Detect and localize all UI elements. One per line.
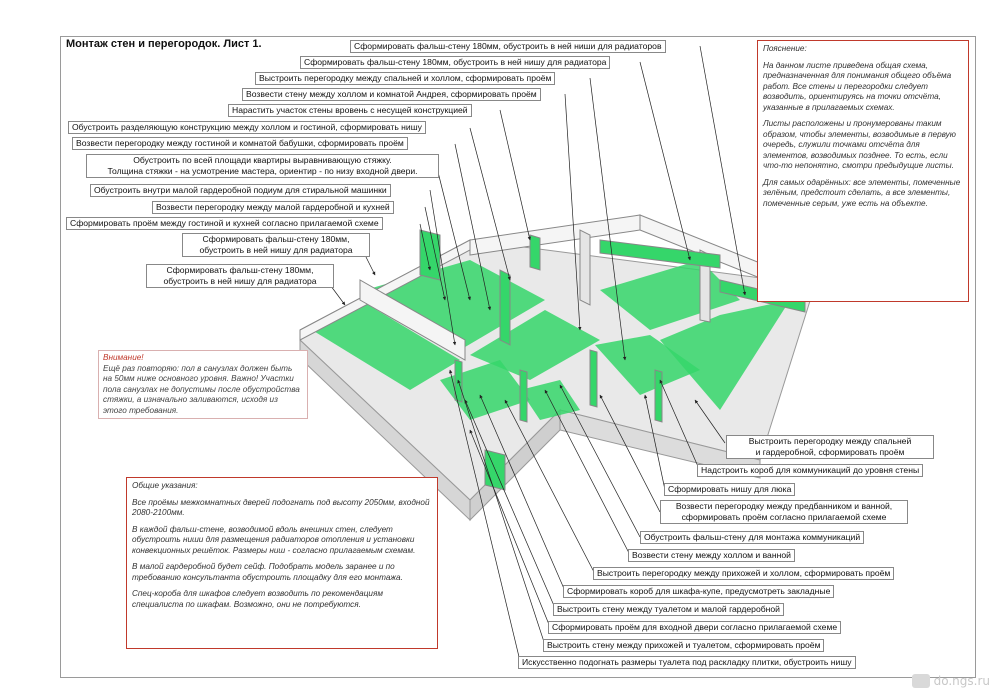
explanation-p1: На данном листе приведена общая схема, п… (763, 60, 952, 112)
label-comm-false-wall: Обустроить фальш-стену для монтажа комму… (640, 531, 865, 544)
label-living-grandma-partition: Возвести перегородку между гостиной и ко… (72, 137, 408, 150)
label-screed-line1: Обустроить по всей площади квартиры выра… (133, 155, 392, 165)
label-wall-extension: Нарастить участок стены вровень с несуще… (228, 104, 472, 117)
label-false-wall-3: Сформировать фальш-стену 180мм, обустрои… (146, 264, 334, 288)
label-false-wall-3-line2: обустроить в ней нишу для радиатора (163, 276, 317, 286)
general-head: Общие указания: (132, 481, 198, 490)
explanation-p3: Для самых одарённых: все элементы, помеч… (763, 177, 961, 208)
label-utility-box: Надстроить короб для коммуникаций до уро… (697, 464, 924, 477)
label-entry-toilet-wall: Выстроить стену между прихожей и туалето… (543, 639, 825, 652)
label-hall-living-divider: Обустроить разделяющую конструкцию между… (68, 121, 426, 134)
label-hall-andrey-wall: Возвести стену между холлом и комнатой А… (242, 88, 541, 101)
label-screed: Обустроить по всей площади квартиры выра… (86, 154, 439, 178)
label-hatch-niche: Сформировать нишу для люка (664, 483, 796, 496)
label-bedroom-wardrobe-partition: Выстроить перегородку между спальней и г… (726, 435, 934, 459)
explanation-head: Пояснение: (763, 44, 807, 53)
general-p2: В каждой фальш-стене, возводимой вдоль в… (132, 524, 416, 555)
label-false-wall-2-line1: Сформировать фальш-стену 180мм, (202, 234, 350, 244)
general-instructions: Общие указания: Все проёмы межкомнатных … (126, 477, 438, 649)
general-p1: Все проёмы межкомнатных дверей подогнать… (132, 497, 430, 518)
watermark-text: do.ngs.ru (933, 673, 990, 688)
label-false-wall-2-line2: обустроить в ней нишу для радиатора (199, 245, 353, 255)
label-living-kitchen-opening: Сформировать проём между гостиной и кухн… (66, 217, 383, 230)
label-entry-hall-partition: Выстроить перегородку между прихожей и х… (593, 567, 895, 580)
label-bathroom-partition-line1: Возвести перегородку между предбанником … (675, 501, 893, 511)
general-p3: В малой гардеробной будет сейф. Подобрат… (132, 562, 403, 582)
label-wardrobe-box: Сформировать короб для шкафа-купе, преду… (563, 585, 835, 598)
site-logo-icon (911, 674, 930, 688)
label-false-wall-3-line1: Сформировать фальш-стену 180мм, (166, 265, 314, 275)
label-screed-line2: Толщина стяжки - на усмотрение мастера, … (107, 166, 418, 176)
attention-note: Внимание! Ещё раз повторяю: пол в санузл… (98, 350, 308, 419)
general-p4: Спец-короба для шкафов следует возводить… (132, 589, 383, 609)
watermark: do.ngs.ru (911, 673, 990, 688)
label-toilet-tile-fit: Искусственно подогнать размеры туалета п… (518, 656, 856, 669)
label-bedroom-hall-partition: Выстроить перегородку между спальней и х… (255, 72, 556, 85)
label-toilet-wardrobe-wall: Выстроить стену между туалетом и малой г… (553, 603, 784, 616)
explanation-p2: Листы расположены и пронумерованы таким … (763, 119, 956, 170)
label-bathroom-partition: Возвести перегородку между предбанником … (660, 500, 908, 524)
attention-body: Ещё раз повторяю: пол в санузлах должен … (103, 363, 300, 415)
label-washer-podium: Обустроить внутри малой гардеробной поди… (90, 184, 391, 197)
label-wardrobe-kitchen-partition: Возвести перегородку между малой гардеро… (152, 201, 394, 214)
label-false-wall-2: Сформировать фальш-стену 180мм, обустрои… (182, 233, 370, 257)
label-radiator-niches: Сформировать фальш-стену 180мм, обустрои… (350, 40, 666, 53)
label-entry-door-opening: Сформировать проём для входной двери сог… (548, 621, 842, 634)
label-bathroom-partition-line2: сформировать проём согласно прилагаемой … (681, 512, 887, 522)
label-bedroom-wardrobe-line2: и гардеробной, сформировать проём (755, 447, 905, 457)
attention-head: Внимание! (103, 353, 144, 362)
label-radiator-niche-1: Сформировать фальш-стену 180мм, обустрои… (300, 56, 611, 69)
explanation-note: Пояснение: На данном листе приведена общ… (757, 40, 969, 302)
label-bedroom-wardrobe-line1: Выстроить перегородку между спальней (748, 436, 912, 446)
label-hall-bathroom-wall: Возвести стену между холлом и ванной (628, 549, 795, 562)
